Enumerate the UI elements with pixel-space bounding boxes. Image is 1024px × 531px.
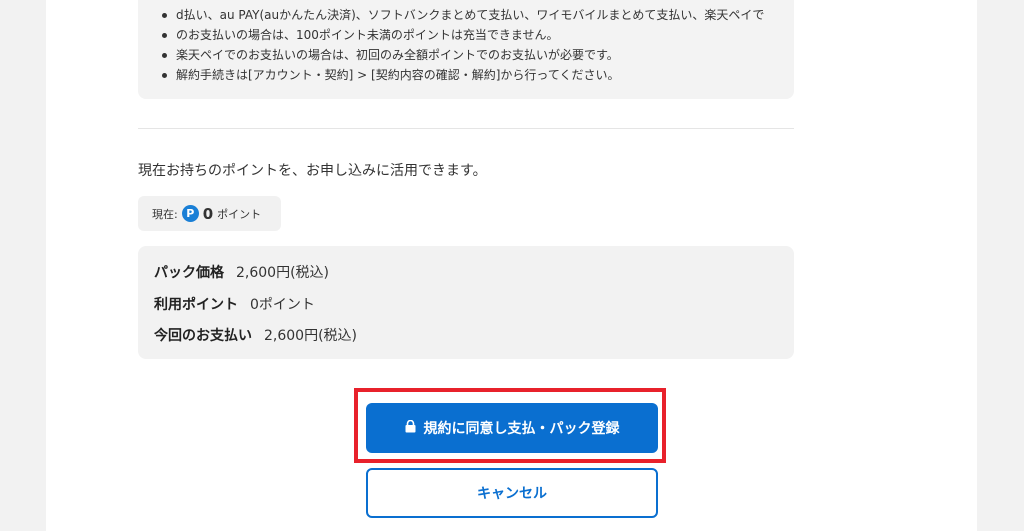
cancel-button-label: キャンセル: [477, 486, 547, 502]
points-balance-badge: 現在: P 0 ポイント: [138, 196, 281, 231]
lock-icon: [405, 419, 416, 437]
note-item: 解約手続きは[アカウント・契約] > [契約内容の確認・解約]から行ってください…: [162, 65, 794, 85]
point-icon: P: [181, 205, 199, 222]
note-item-continued: のお支払いの場合は、100ポイント未満のポイントは充当できません。: [162, 25, 794, 45]
payment-value: 2,600円(税込): [264, 328, 358, 344]
cancel-button[interactable]: キャンセル: [366, 468, 658, 518]
payment-row: 今回のお支払い 2,600円(税込): [154, 325, 357, 345]
notes-box: d払い、au PAY(auかんたん決済)、ソフトバンクまとめて支払い、ワイモバイ…: [138, 0, 794, 99]
divider: [138, 128, 794, 129]
used-points-value: 0ポイント: [250, 297, 315, 313]
agree-button-label: 規約に同意し支払・パック登録: [423, 421, 620, 437]
points-value: 0: [202, 204, 214, 223]
price-label: パック価格: [154, 265, 224, 281]
used-points-row: 利用ポイント 0ポイント: [154, 294, 315, 314]
agree-and-register-button[interactable]: 規約に同意し支払・パック登録: [366, 403, 658, 453]
points-intro: 現在お持ちのポイントを、お申し込みに活用できます。: [138, 163, 487, 179]
price-value: 2,600円(税込): [236, 265, 330, 281]
note-item: d払い、au PAY(auかんたん決済)、ソフトバンクまとめて支払い、ワイモバイ…: [162, 5, 794, 25]
current-label: 現在:: [152, 207, 178, 221]
points-unit: ポイント: [217, 207, 262, 221]
notes-list: d払い、au PAY(auかんたん決済)、ソフトバンクまとめて支払い、ワイモバイ…: [138, 0, 794, 85]
payment-label: 今回のお支払い: [154, 328, 252, 344]
note-item: 楽天ペイでのお支払いの場合は、初回のみ全額ポイントでのお支払いが必要です。: [162, 45, 794, 65]
used-points-label: 利用ポイント: [154, 297, 238, 313]
price-row: パック価格 2,600円(税込): [154, 262, 329, 282]
payment-summary: パック価格 2,600円(税込) 利用ポイント 0ポイント 今回のお支払い 2,600…: [138, 246, 794, 359]
